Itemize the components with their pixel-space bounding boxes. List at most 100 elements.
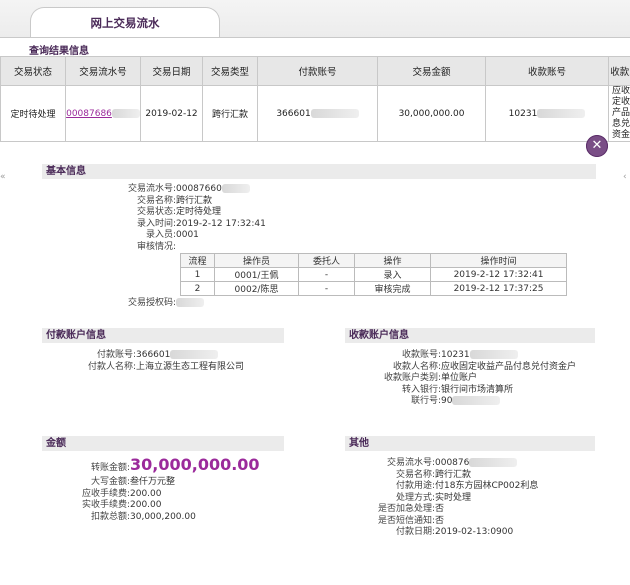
masked-text: [176, 298, 204, 307]
payee-bank-value: 银行间市场清算所: [441, 384, 514, 395]
caps-amount-value: 叁仟万元整: [130, 477, 176, 487]
label: 处理方式:: [395, 492, 435, 503]
cell-payee-account: 10231: [485, 85, 609, 142]
label: 付款账号:: [96, 350, 136, 360]
other-name-value: 跨行汇款: [435, 469, 472, 480]
label: 扣款总额:: [90, 511, 130, 522]
audit-cell: 审核完成: [354, 281, 431, 296]
query-section-title: 查询结果信息: [29, 46, 89, 57]
basic-status-value: 定时待处理: [176, 207, 222, 217]
audit-cell: 2019-2-12 17:32:41: [430, 267, 567, 282]
payee-account-value: 10231: [441, 350, 470, 360]
other-serial-value: 000876: [435, 458, 470, 468]
fee-paid-value: 200.00: [130, 500, 162, 510]
label: 交易流水号:: [386, 458, 435, 468]
label: 交易名称:: [136, 195, 176, 206]
audit-header-row: 流程 操作员 委托人 操作 操作时间: [180, 253, 567, 268]
method-value: 实时处理: [435, 492, 472, 503]
label: 收款账号:: [401, 350, 441, 360]
label: 交易流水号:: [127, 184, 176, 194]
label: 应收手续费:: [81, 488, 130, 499]
amount-header: 金额: [42, 436, 284, 451]
col-header-payee-account: 收款账号: [485, 56, 609, 86]
audit-cell: -: [298, 281, 355, 296]
label: 录入员:: [145, 230, 176, 240]
masked-text: [111, 108, 140, 118]
masked-text: [469, 458, 518, 467]
payer-info-fields: 付款账号:366601 付款人名称:上海立源生态工程有限公司: [42, 350, 244, 373]
cell-payer-account: 366601: [257, 85, 378, 142]
purpose-value: 付18东方园林CP002利息: [435, 481, 539, 491]
label: 转入银行:: [401, 384, 441, 395]
audit-cell: 0002/陈思: [214, 281, 299, 296]
col-header-date: 交易日期: [140, 56, 203, 86]
label: 交易授权码:: [127, 298, 176, 308]
masked-text: [170, 350, 219, 359]
payee-info-fields: 收款账号:10231 收款人名称:应收固定收益产品付息兑付资金户 收款账户类别:…: [345, 350, 601, 408]
basic-input-time-value: 2019-2-12 17:32:41: [176, 218, 266, 229]
masked-text: [221, 184, 250, 193]
label: 录入时间:: [136, 218, 176, 229]
col-header-payer-account: 付款账号: [257, 56, 378, 86]
cell-serial: 00087686: [65, 85, 141, 142]
other-fields: 交易流水号:000876 交易名称:跨行汇款 付款用途:付18东方园林CP002…: [345, 458, 538, 539]
basic-info-header: 基本信息: [42, 164, 596, 179]
fee-due-value: 200.00: [130, 488, 162, 499]
audit-cell: 录入: [354, 267, 431, 282]
amount-fields: 转账金额:30,000,000.00 大写金额:叁仟万元整 应收手续费:200.…: [42, 456, 260, 523]
label: 付款日期:: [395, 527, 435, 537]
audit-cell: 1: [180, 267, 215, 282]
col-header-payee-name: 收款人: [608, 56, 630, 86]
cell-status: 定时待处理: [0, 85, 66, 142]
label: 审核情况:: [136, 241, 176, 252]
audit-cell: 2019-2-12 17:37:25: [430, 281, 567, 296]
label: 付款用途:: [395, 481, 435, 491]
urgent-value: 否: [435, 504, 445, 514]
label: 收款人名称:: [392, 361, 441, 372]
payee-account-text: 10231: [508, 108, 538, 119]
basic-name-value: 跨行汇款: [176, 195, 213, 206]
table-row[interactable]: 定时待处理 00087686 2019-02-12 跨行汇款 366601 30…: [0, 85, 630, 142]
label: 联行号:: [410, 396, 441, 406]
masked-text: [537, 108, 586, 118]
tab-divider: [0, 37, 630, 38]
cell-amount: 30,000,000.00: [377, 85, 486, 142]
collapse-right-icon[interactable]: ‹: [623, 172, 627, 182]
label: 实收手续费:: [81, 500, 130, 510]
pay-date-value: 2019-02-13:0900: [435, 527, 514, 537]
label: 是否加急处理:: [377, 504, 435, 514]
cell-type: 跨行汇款: [202, 85, 258, 142]
label: 付款人名称:: [87, 361, 136, 372]
audit-table: 流程 操作员 委托人 操作 操作时间 1 0001/王佩 - 录入 2019-2…: [180, 253, 567, 296]
col-header-serial: 交易流水号: [65, 56, 141, 86]
audit-cell: 2: [180, 281, 215, 296]
audit-col-delegate: 委托人: [298, 253, 355, 268]
audit-col-time: 操作时间: [430, 253, 567, 268]
masked-text: [452, 396, 501, 405]
payer-account-value: 366601: [136, 350, 171, 360]
cell-date: 2019-02-12: [140, 85, 203, 142]
transfer-amount-value: 30,000,000.00: [130, 455, 260, 474]
label: 转账金额:: [90, 463, 130, 473]
basic-info-fields: 交易流水号:00087660 交易名称:跨行汇款 交易状态:定时待处理 录入时间…: [88, 184, 266, 253]
serial-link[interactable]: 00087686: [67, 109, 112, 119]
tab-transaction-log[interactable]: 网上交易流水: [30, 7, 220, 38]
results-table: 交易状态 交易流水号 交易日期 交易类型 付款账号 交易金额 收款账号 收款人 …: [0, 56, 630, 142]
total-deduction-value: 30,000,200.00: [130, 511, 196, 522]
label: 大写金额:: [90, 477, 130, 487]
close-icon[interactable]: ✕: [586, 135, 608, 157]
masked-text: [469, 350, 518, 359]
col-header-type: 交易类型: [202, 56, 258, 86]
cell-payee-name: 应收固定收益产品付息兑付资金户: [608, 85, 630, 142]
label: 是否短信通知:: [377, 515, 435, 526]
label: 交易状态:: [136, 207, 176, 217]
payee-info-header: 收款账户信息: [345, 328, 595, 343]
audit-row: 1 0001/王佩 - 录入 2019-2-12 17:32:41: [180, 267, 567, 282]
basic-inputter-value: 0001: [176, 230, 199, 240]
payee-bank-no-value: 90: [441, 396, 453, 406]
audit-col-step: 流程: [180, 253, 215, 268]
collapse-left-icon[interactable]: «: [0, 172, 6, 182]
results-header-row: 交易状态 交易流水号 交易日期 交易类型 付款账号 交易金额 收款账号 收款人: [0, 56, 630, 86]
label: 交易名称:: [395, 469, 435, 480]
tab-bar: 网上交易流水: [0, 0, 630, 38]
